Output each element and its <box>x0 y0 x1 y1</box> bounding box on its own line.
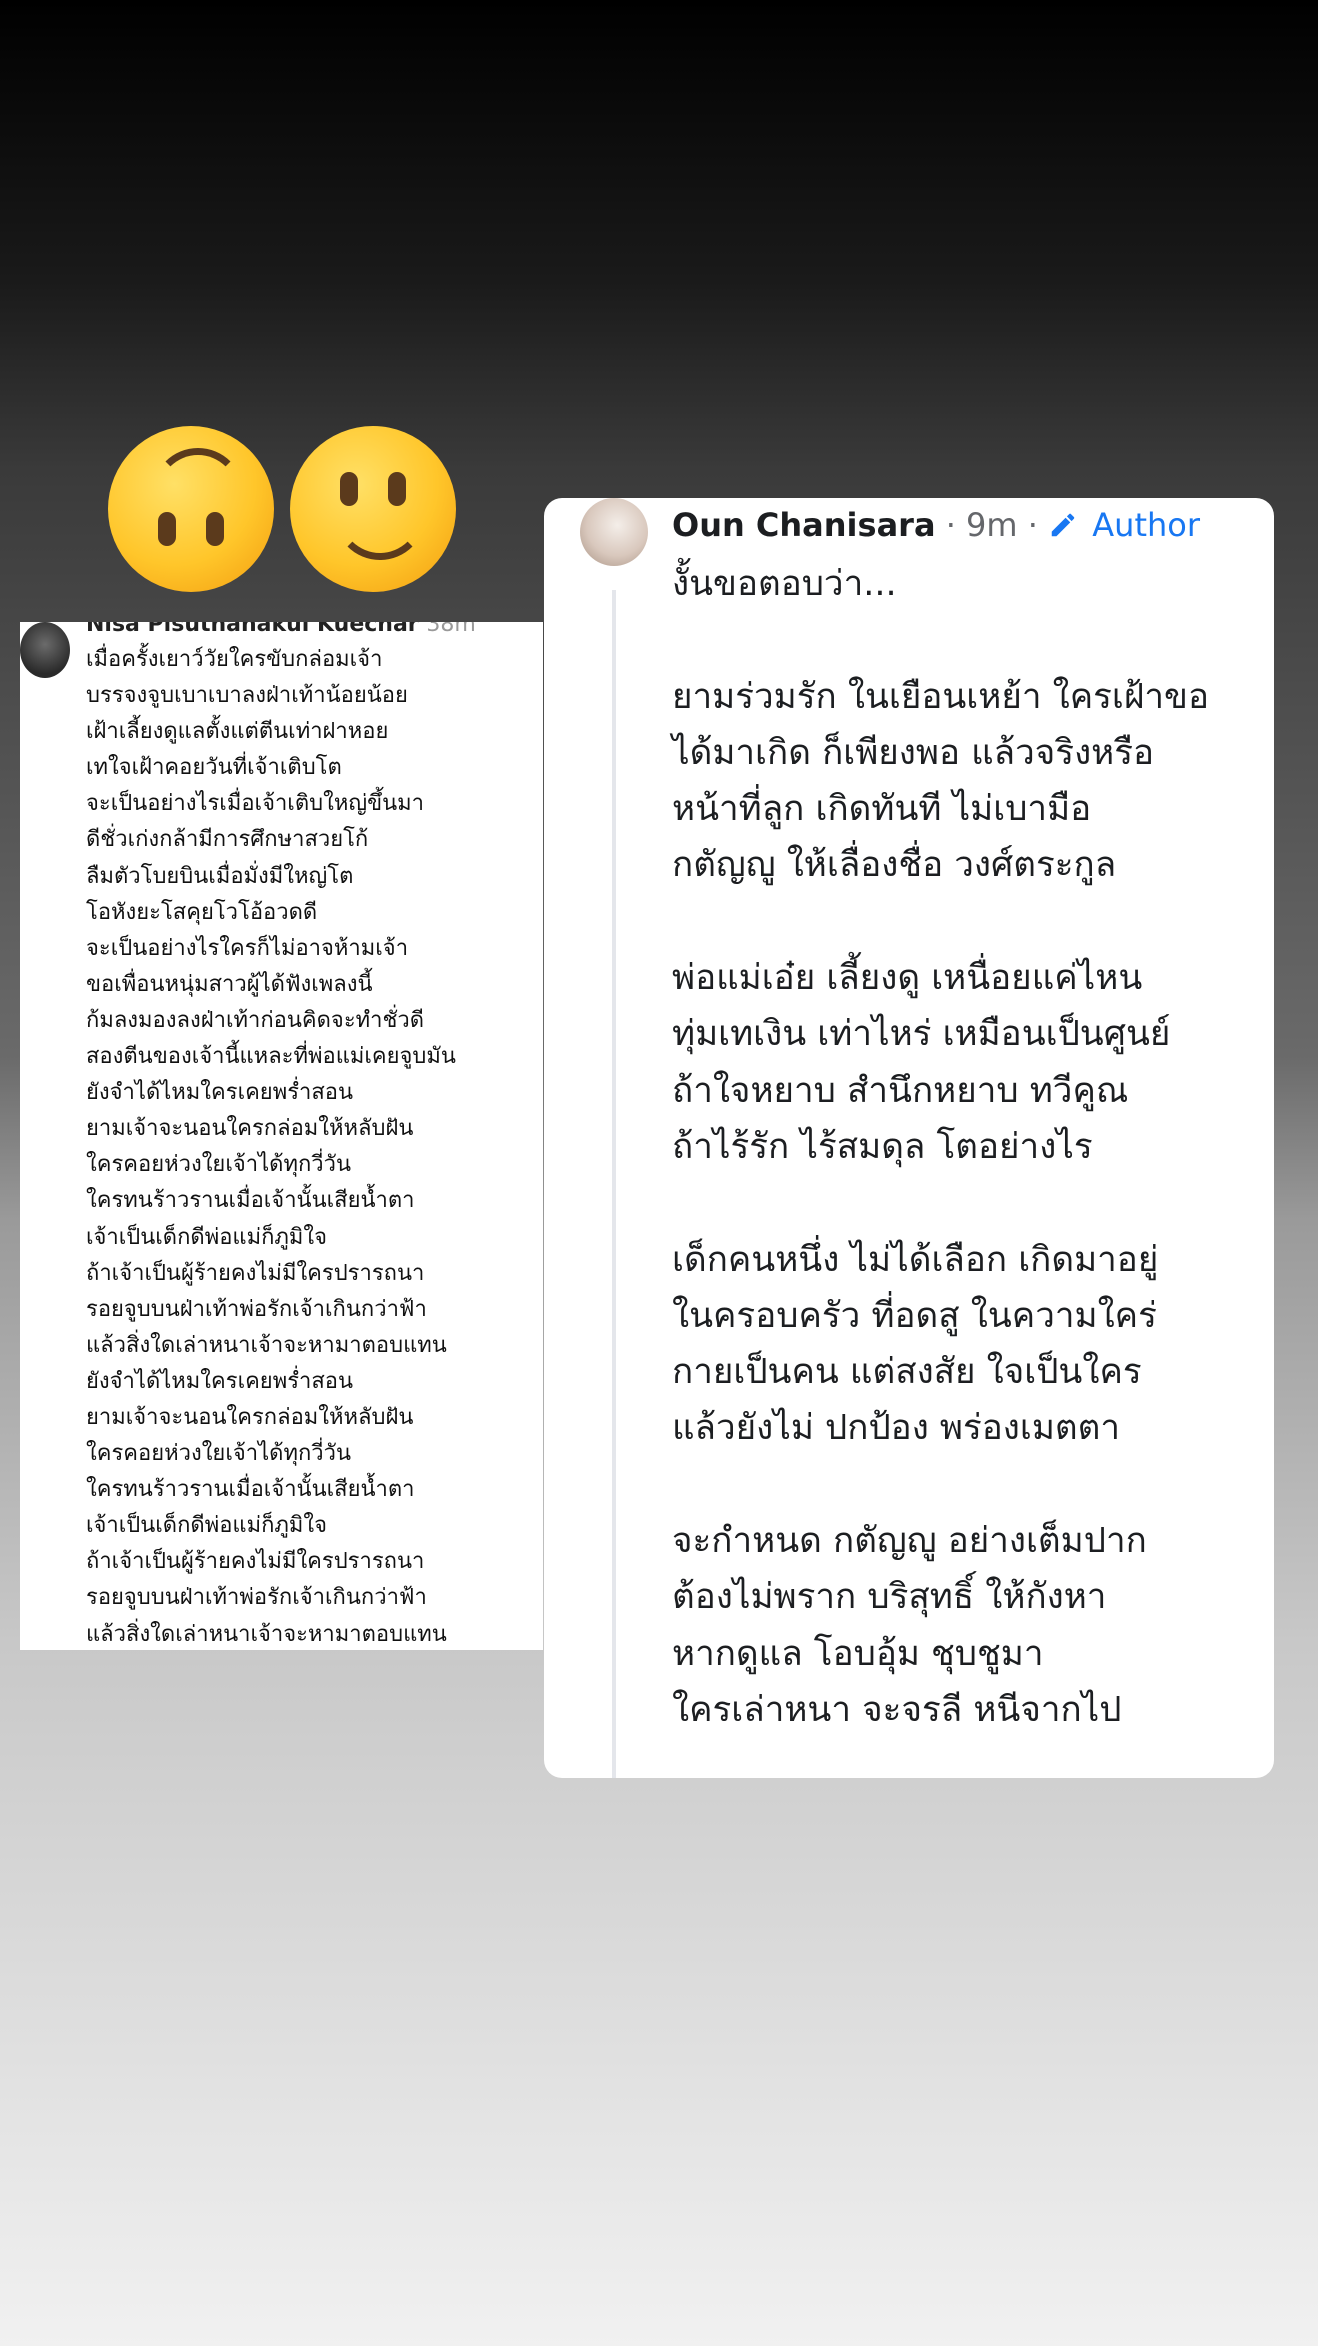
comment-line: บรรจงจูบเบาเบาลงฝ่าเท้าน้อยน้อย <box>86 683 408 709</box>
reply-line: ในครอบครัว ที่อดสู ในความใคร่ <box>672 1295 1157 1336</box>
reply-line: แล้วยังไม่ ปกป้อง พร่องเมตตา <box>672 1408 1121 1449</box>
separator: · <box>945 506 956 544</box>
reply-text: งั้นขอตอบว่า... ยามร่วมรัก ในเยือนเหย้า … <box>672 556 1272 1738</box>
author-badge: Author <box>1092 506 1200 544</box>
reply-line: เด็กคนหนึ่ง ไม่ได้เลือก เกิดมาอยู่ <box>672 1239 1159 1280</box>
thread-line <box>612 590 616 1778</box>
smile <box>152 448 244 502</box>
comment-line: ขอเพื่อนหนุ่มสาวผู้ได้ฟังเพลงนี้ <box>86 971 373 997</box>
reply-line: พ่อแม่เอ๋ย เลี้ยงดู เหนื่อยแค่ไหน <box>672 958 1143 999</box>
reply-line: ถ้าใจหยาบ สำนึกหยาบ ทวีคูณ <box>672 1070 1129 1111</box>
comment-line: แล้วสิ่งใดเล่าหนาเจ้าจะหามาตอบแทน <box>86 1332 447 1358</box>
reply-line: ถ้าไร้รัก ไร้สมดุล โตอย่างไร <box>672 1126 1093 1167</box>
comment-line: สองตีนของเจ้านี้แหละที่พ่อแม่เคยจูบมัน <box>86 1044 456 1070</box>
reply-line <box>672 894 1272 950</box>
comment-line: เจ้าเป็นเด็กดีพ่อแม่ก็ภูมิใจ <box>86 1224 328 1250</box>
reply-line: กตัญญู ให้เลื่องชื่อ วงศ์ตระกูล <box>672 845 1117 886</box>
comment-line: ใครคอยห่วงใยเจ้าได้ทุกวี่วัน <box>86 1152 352 1178</box>
reply-line: งั้นขอตอบว่า... <box>672 564 897 604</box>
comment-line: รอยจูบบนฝ่าเท้าพ่อรักเจ้าเกินกว่าฟ้า <box>86 1296 427 1322</box>
comment-line: จะเป็นอย่างไรใครก็ไม่อาจห้ามเจ้า <box>86 935 409 961</box>
reply-line <box>672 1457 1272 1513</box>
comment-line: ยังจำได้ไหมใครเคยพร่ำสอน <box>86 1368 354 1394</box>
comment-line: ถ้าเจ้าเป็นผู้ร้ายคงไม่มีใครปรารถนา <box>86 1549 425 1575</box>
comment-line: เฝ้าเลี้ยงดูแลตั้งแต่ตีนเท่าฝาหอย <box>86 719 389 745</box>
comment-line: โอหังยะโสคุยโวโอ้อวดดี <box>86 899 318 925</box>
comment-line: รอยจูบบนฝ่าเท้าพ่อรักเจ้าเกินกว่าฟ้า <box>86 1585 427 1611</box>
reply-line: ได้มาเกิด ก็เพียงพอ แล้วจริงหรือ <box>672 732 1155 773</box>
comment-line: จะเป็นอย่างไรเมื่อเจ้าเติบใหญ่ขึ้นมา <box>86 791 425 817</box>
left-eye <box>158 512 176 546</box>
author-name[interactable]: Oun Chanisara <box>672 506 936 544</box>
comment-line: ยังจำได้ไหมใครเคยพร่ำสอน <box>86 1080 354 1106</box>
slightly-smiling-face-emoji <box>290 426 456 592</box>
comment-line: ใครคอยห่วงใยเจ้าได้ทุกวี่วัน <box>86 1441 352 1467</box>
right-eye <box>388 472 406 506</box>
comment-header: Oun Chanisara · 9m · Author <box>672 506 1200 544</box>
reply-line: ใครเล่าหนา จะจรลี หนีจากไป <box>672 1689 1122 1730</box>
left-eye <box>340 472 358 506</box>
upside-down-face-emoji <box>108 426 274 592</box>
comment-line: แล้วสิ่งใดเล่าหนาเจ้าจะหามาตอบแทน <box>86 1621 447 1647</box>
pencil-icon <box>1048 506 1082 544</box>
commenter-name[interactable]: Nisa Pisuthanakul Kuechar <box>86 622 419 637</box>
reply-line <box>672 1175 1272 1231</box>
reply-line: ต้องไม่พราก บริสุทธิ์ ให้กังหา <box>672 1577 1107 1618</box>
comment-line: ลืมตัวโบยบินเมื่อมั่งมีใหญ่โต <box>86 863 354 889</box>
reply-line: ทุ่มเทเงิน เท่าไหร่ เหมือนเป็นศูนย์ <box>672 1014 1171 1055</box>
author-avatar[interactable] <box>580 498 648 566</box>
comment-line: ใครทนร้าวรานเมื่อเจ้านั้นเสียน้ำตา <box>86 1477 415 1503</box>
reply-line: หน้าที่ลูก เกิดทันที ไม่เบามือ <box>672 789 1092 830</box>
reply-line: กายเป็นคน แต่สงสัย ใจเป็นใคร <box>672 1352 1142 1393</box>
left-comment-text: เมื่อครั้งเยาว์วัยใครขับกล่อมเจ้า บรรจงจ… <box>86 642 541 1650</box>
comment-time: 38m <box>426 622 476 637</box>
comment-line: เจ้าเป็นเด็กดีพ่อแม่ก็ภูมิใจ <box>86 1513 328 1539</box>
comment-line: เทใจเฝ้าคอยวันที่เจ้าเติบโต <box>86 755 342 781</box>
comment-line: ดีชั่วเก่งกล้ามีการศึกษาสวยโก้ <box>86 827 369 853</box>
reply-line <box>672 612 1272 668</box>
comment-line: ถ้าเจ้าเป็นผู้ร้ายคงไม่มีใครปรารถนา <box>86 1260 425 1286</box>
reply-line: จะกำหนด กตัญญู อย่างเต็มปาก <box>672 1521 1147 1562</box>
comment-line: ยามเจ้าจะนอนใครกล่อมให้หลับฝัน <box>86 1404 414 1430</box>
comment-time[interactable]: 9m <box>966 506 1018 544</box>
commenter-name-line: Nisa Pisuthanakul Kuechar 38m <box>86 622 476 637</box>
reply-line: หากดูแล โอบอุ้ม ชุบชูมา <box>672 1633 1044 1674</box>
right-comment-card: Oun Chanisara · 9m · Author งั้นขอตอบว่า… <box>544 498 1274 1778</box>
reply-line: ยามร่วมรัก ในเยือนเหย้า ใครเฝ้าขอ <box>672 676 1209 717</box>
comment-line: ก้มลงมองลงฝ่าเท้าก่อนคิดจะทำชั่วดี <box>86 1007 425 1033</box>
right-eye <box>206 512 224 546</box>
left-comment-card: Nisa Pisuthanakul Kuechar 38m เมื่อครั้ง… <box>20 622 543 1650</box>
comment-line: ใครทนร้าวรานเมื่อเจ้านั้นเสียน้ำตา <box>86 1188 415 1214</box>
comment-line: เมื่อครั้งเยาว์วัยใครขับกล่อมเจ้า <box>86 647 383 672</box>
separator: · <box>1027 506 1038 544</box>
commenter-avatar[interactable] <box>20 622 70 678</box>
smile <box>334 506 426 560</box>
comment-line: ยามเจ้าจะนอนใครกล่อมให้หลับฝัน <box>86 1116 414 1142</box>
